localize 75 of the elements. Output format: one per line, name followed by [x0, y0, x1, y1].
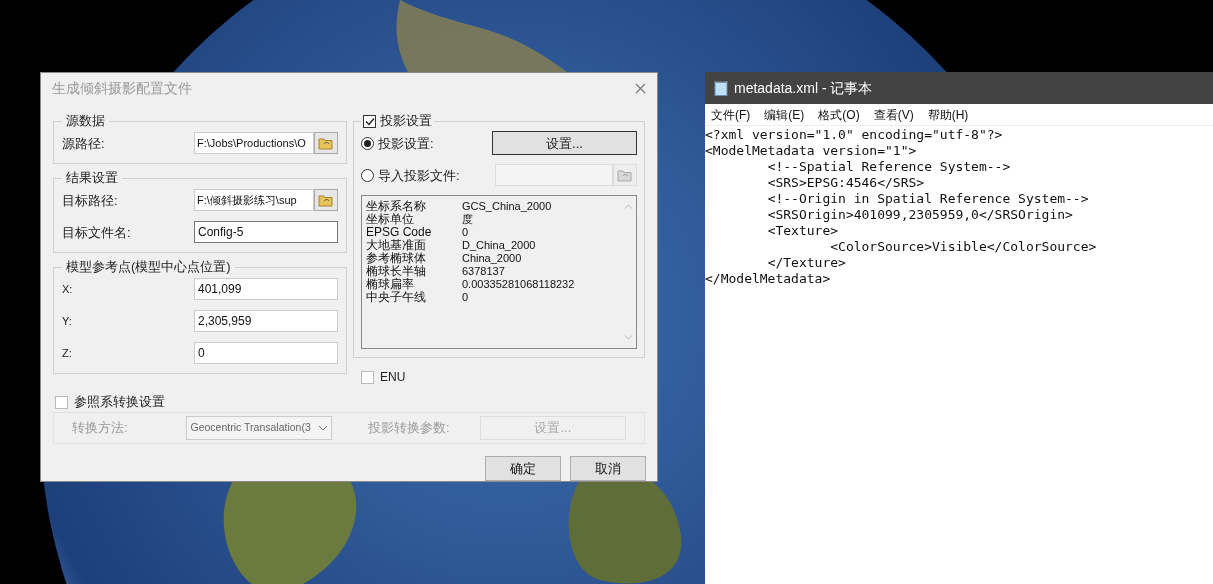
checkbox[interactable]	[55, 395, 68, 409]
folder-icon	[318, 193, 334, 207]
info-value: China_2000	[462, 252, 522, 266]
group-title: 源数据	[65, 113, 106, 130]
settings-button[interactable]: 设置...	[492, 131, 637, 156]
radio-button[interactable]	[361, 168, 374, 182]
browse-button[interactable]	[314, 132, 338, 155]
group-title: 模型参考点(模型中心点位置)	[65, 259, 232, 276]
field-label: 投影转换参数:	[368, 419, 451, 438]
folder-icon	[617, 168, 633, 182]
window-title: metadata.xml - 记事本	[734, 78, 873, 98]
browse-button[interactable]	[314, 189, 338, 212]
code-line: <?xml version="1.0" encoding="utf-8"?>	[705, 127, 1003, 143]
menu-item[interactable]: 查看(V)	[873, 105, 914, 124]
code-line: </ModelMetadata>	[705, 271, 831, 287]
info-name: 椭球长半轴	[366, 265, 427, 279]
group-title: 参照系转换设置	[74, 393, 165, 412]
menu-item[interactable]: 文件(F)	[711, 105, 751, 124]
code-line: <Texture>	[766, 223, 839, 239]
group-title: 投影设置	[380, 113, 432, 130]
field-label: X:	[62, 282, 73, 297]
code-line: <!--Spatial Reference System-->	[766, 159, 1011, 175]
check-icon	[364, 116, 375, 126]
window-title: 生成倾斜摄影配置文件	[52, 78, 192, 98]
field-label: Y:	[62, 314, 72, 329]
dialog-button[interactable]: 确定	[485, 456, 561, 481]
field-label: 源路径:	[62, 134, 105, 153]
radio-label: 投影设置:	[378, 134, 434, 153]
field-label: Z:	[62, 346, 72, 361]
input-field[interactable]: 401,099	[194, 278, 338, 301]
code-line: <SRS>EPSG:4546</SRS>	[766, 175, 925, 191]
folder-icon	[318, 136, 334, 150]
field-label: 目标路径:	[62, 191, 118, 210]
code-line: <!--Origin in Spatial Reference System-->	[766, 191, 1089, 207]
close-icon[interactable]	[635, 82, 646, 94]
field-label: 转换方法:	[72, 419, 129, 438]
path-field[interactable]: F:\Jobs\Productions\O	[194, 132, 314, 155]
info-name: 椭球扁率	[366, 278, 414, 292]
info-value: 0	[462, 291, 469, 305]
menu-item[interactable]: 帮助(H)	[927, 105, 969, 124]
input-field[interactable]: Config-5	[194, 221, 338, 244]
info-value: 0	[462, 226, 469, 240]
scroll-down-icon[interactable]	[623, 335, 633, 341]
scroll-up-icon[interactable]	[623, 204, 633, 210]
info-name: 大地基准面	[366, 239, 427, 253]
code-line: </Texture>	[766, 255, 846, 271]
info-name: 坐标系名称	[366, 200, 427, 214]
input-field[interactable]: 0	[194, 342, 338, 365]
info-name: 中央子午线	[366, 291, 427, 305]
method-dropdown[interactable]: Geocentric Transalation(3	[185, 415, 333, 440]
info-value: 6378137	[462, 265, 505, 279]
checkbox[interactable]	[363, 114, 376, 128]
menu-item[interactable]: 编辑(E)	[764, 105, 805, 124]
info-value: 0.00335281068118232	[462, 278, 575, 292]
chevron-down-icon	[318, 424, 329, 431]
info-value: D_China_2000	[462, 239, 536, 253]
input-field[interactable]: 2,305,959	[194, 310, 338, 333]
code-line: <ColorSource>Visible</ColorSource>	[829, 239, 1097, 255]
checkbox[interactable]	[361, 370, 374, 384]
info-name: EPSG Code	[366, 226, 433, 240]
radio-button[interactable]	[361, 136, 374, 150]
notepad-icon	[714, 80, 728, 96]
checkbox-label: ENU	[380, 369, 406, 387]
info-value: 度	[462, 213, 473, 227]
info-name: 参考椭球体	[366, 252, 427, 266]
path-field[interactable]: F:\倾斜摄影练习\sup	[194, 189, 314, 212]
info-name: 坐标单位	[366, 213, 415, 227]
radio-label: 导入投影文件:	[378, 166, 460, 185]
code-line: <ModelMetadata version="1">	[705, 143, 917, 159]
field-label: 目标文件名:	[62, 223, 131, 242]
code-line: <SRSOrigin>401099,2305959,0</SRSOrigin>	[766, 207, 1073, 223]
dialog-button[interactable]: 取消	[570, 456, 646, 481]
group-title: 结果设置	[65, 170, 119, 187]
menu-item[interactable]: 格式(O)	[818, 105, 860, 124]
info-value: GCS_China_2000	[462, 200, 552, 214]
